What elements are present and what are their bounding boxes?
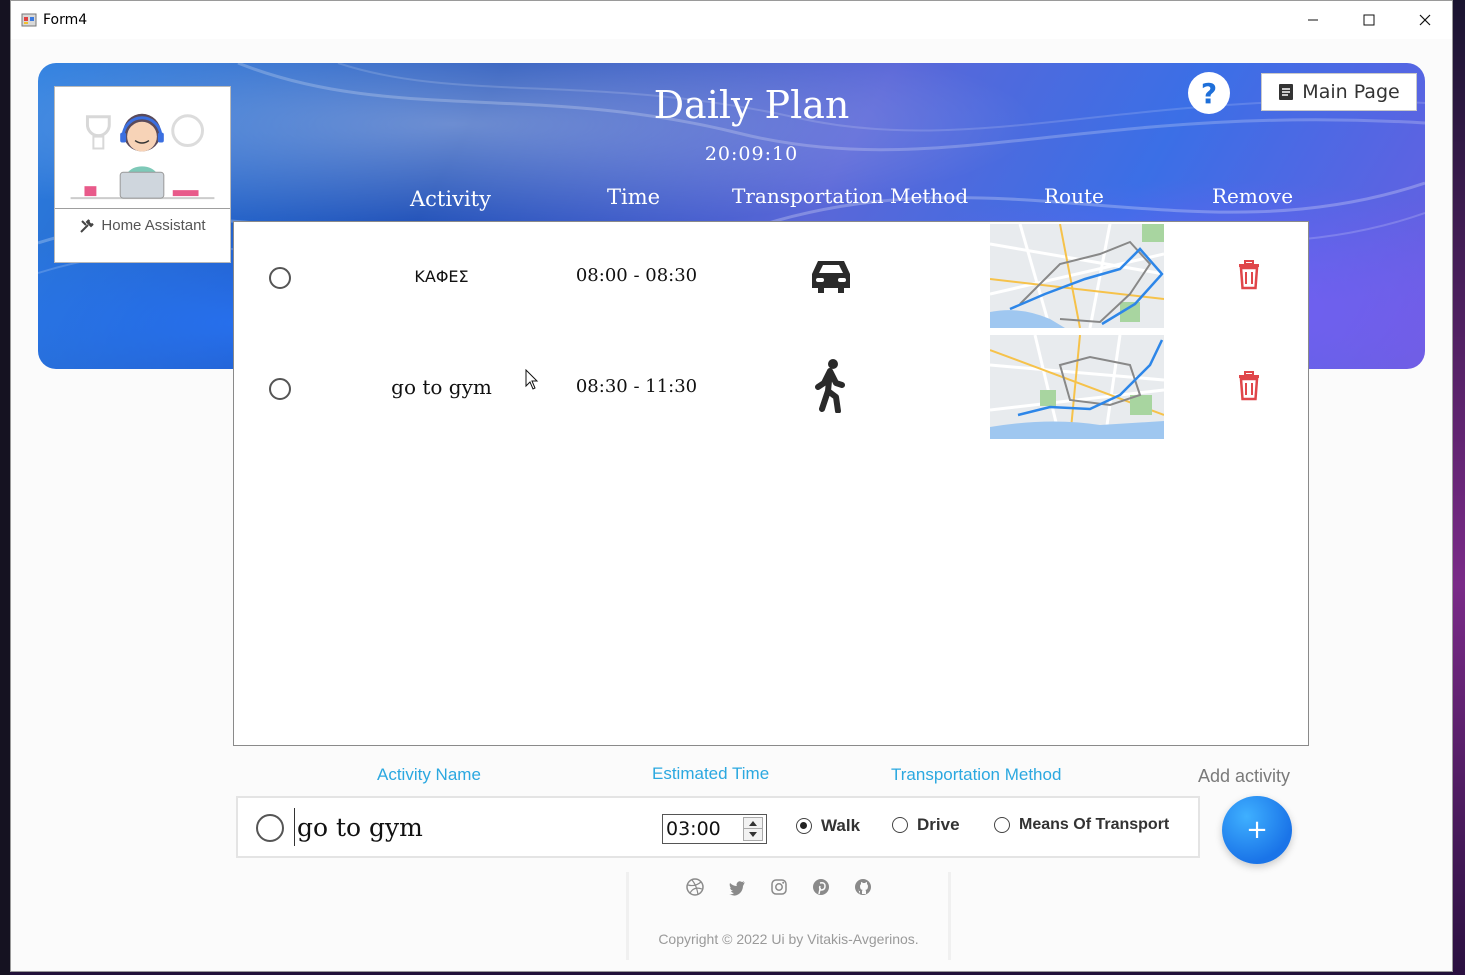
option-drive[interactable]: Drive <box>892 815 960 835</box>
spin-down-button[interactable] <box>744 829 762 840</box>
activity-name: ΚΑΦΕΣ <box>414 267 469 286</box>
close-icon <box>1419 14 1431 26</box>
drive-label: Drive <box>917 815 960 834</box>
maximize-button[interactable] <box>1341 1 1397 39</box>
column-header-time: Time <box>607 185 661 209</box>
means-of-transport-label: Means Of Transport <box>1019 816 1170 833</box>
column-header-route: Route <box>1044 184 1104 208</box>
app-window: Form4 Daily Plan 20:09:10 ? Main Page Ac… <box>10 0 1453 972</box>
maximize-icon <box>1363 14 1375 26</box>
desktop-background-right <box>1453 0 1465 975</box>
add-activity-form: 03:00 Walk Drive Me <box>236 796 1200 858</box>
option-walk[interactable]: Walk <box>796 816 860 836</box>
question-icon: ? <box>1200 76 1218 110</box>
home-assistant-card[interactable]: Home Assistant <box>54 86 231 263</box>
minimize-icon <box>1308 19 1318 21</box>
add-form-header: Activity Name Estimated Time Transportat… <box>233 751 1309 793</box>
activity-row: go to gym 08:30 - 11:30 <box>234 333 1308 439</box>
trash-icon[interactable] <box>1236 371 1262 401</box>
main-page-button[interactable]: Main Page <box>1261 73 1417 111</box>
estimated-time-value: 03:00 <box>666 818 721 840</box>
activity-time: 08:30 - 11:30 <box>575 376 698 397</box>
estimated-time-stepper[interactable]: 03:00 <box>662 814 767 844</box>
activity-row: ΚΑΦΕΣ 08:00 - 08:30 <box>234 222 1308 328</box>
option-means-of-transport[interactable]: Means Of Transport <box>994 816 1169 834</box>
window-title: Form4 <box>43 12 88 28</box>
new-activity-radio[interactable] <box>256 814 284 842</box>
walk-radio[interactable] <box>796 818 812 834</box>
activity-select-radio[interactable] <box>269 378 291 400</box>
route-map-thumbnail[interactable] <box>990 224 1164 328</box>
activity-select-radio[interactable] <box>269 267 291 289</box>
route-map-thumbnail[interactable] <box>990 335 1164 439</box>
github-icon[interactable] <box>854 878 872 896</box>
walking-person-icon <box>815 359 845 413</box>
help-button[interactable]: ? <box>1188 72 1230 114</box>
copyright-text: Copyright © 2022 Ui by Vitakis-Avgerinos… <box>658 931 919 947</box>
trash-icon[interactable] <box>1236 260 1262 290</box>
close-button[interactable] <box>1397 1 1453 39</box>
home-assistant-label: Home Assistant <box>55 217 230 234</box>
home-assistant-text: Home Assistant <box>101 217 206 234</box>
activity-name-input[interactable] <box>294 808 624 846</box>
mouse-cursor-icon <box>525 369 539 390</box>
plus-icon: + <box>1246 815 1268 845</box>
client-area: Daily Plan 20:09:10 ? Main Page Activity… <box>11 39 1452 971</box>
minimize-button[interactable] <box>1285 1 1341 39</box>
add-activity-label: Add activity <box>1198 766 1291 786</box>
footer: Copyright © 2022 Ui by Vitakis-Avgerinos… <box>626 872 951 960</box>
activity-list: ΚΑΦΕΣ 08:00 - 08:30 go to gym 08:30 - 11… <box>233 221 1309 746</box>
means-of-transport-radio[interactable] <box>994 817 1010 833</box>
instagram-icon[interactable] <box>770 878 788 896</box>
activity-name-label: Activity Name <box>377 765 481 784</box>
desktop-background-left <box>0 0 10 975</box>
pinterest-icon[interactable] <box>812 878 830 896</box>
column-header-activity: Activity <box>410 187 491 211</box>
twitter-icon[interactable] <box>728 878 746 896</box>
time-spinner <box>743 817 763 841</box>
tools-icon <box>80 218 95 233</box>
title-bar: Form4 <box>11 1 1452 39</box>
column-header-remove: Remove <box>1212 184 1294 208</box>
column-header-transport: Transportation Method <box>732 184 969 208</box>
drive-radio[interactable] <box>892 817 908 833</box>
caret-up-icon <box>749 820 757 826</box>
activity-time: 08:00 - 08:30 <box>575 265 698 286</box>
estimated-time-label: Estimated Time <box>652 764 770 783</box>
add-activity-button[interactable]: + <box>1222 796 1292 864</box>
spin-up-button[interactable] <box>744 818 762 829</box>
app-icon <box>21 13 37 27</box>
main-page-label: Main Page <box>1302 81 1400 103</box>
car-icon <box>812 261 850 293</box>
transport-method-label: Transportation Method <box>891 765 1062 784</box>
dribbble-icon[interactable] <box>686 878 704 896</box>
clock-display: 20:09:10 <box>704 143 799 165</box>
social-links <box>686 878 872 896</box>
activity-name: go to gym <box>391 375 492 399</box>
walk-label: Walk <box>821 816 861 835</box>
assistant-avatar-illustration <box>55 87 230 209</box>
caret-down-icon <box>749 832 757 837</box>
document-icon <box>1279 84 1294 100</box>
